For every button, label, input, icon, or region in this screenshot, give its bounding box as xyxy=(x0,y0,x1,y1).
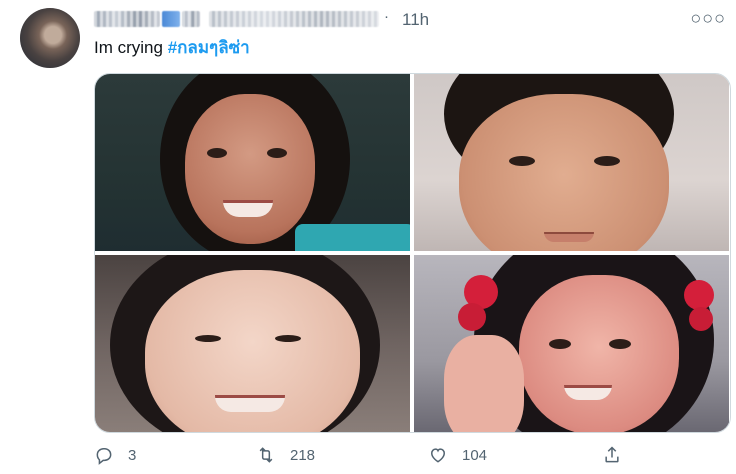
photo-4-smile xyxy=(564,385,612,400)
author-badge-redacted xyxy=(162,11,180,27)
retweet-count: 218 xyxy=(290,446,316,464)
tweet-timestamp[interactable]: 11h xyxy=(402,10,429,30)
tweet-text: Im crying #กลมๆลิซ่า xyxy=(94,37,250,59)
retweet-icon xyxy=(259,447,273,463)
tweet-text-body: Im crying xyxy=(94,38,168,57)
tweet-card[interactable]: · 11h ○○○ Im crying #กลมๆลิซ่า 3 218 104 xyxy=(0,0,736,474)
photo-1-smile xyxy=(223,200,273,217)
photo-1-left-eye xyxy=(207,148,227,158)
photo-1-right-eye xyxy=(267,148,287,158)
photo-2-smile xyxy=(544,232,594,242)
photo-3-smile xyxy=(215,395,285,412)
photo-4-hair-bow-right xyxy=(684,280,714,310)
avatar[interactable] xyxy=(20,8,80,68)
author-extra-redacted xyxy=(182,11,200,27)
photo-2-right-eye xyxy=(594,156,620,166)
photo-4-hand xyxy=(444,335,524,432)
like-button[interactable]: 104 xyxy=(428,441,487,469)
like-icon xyxy=(430,448,446,463)
photo-grid xyxy=(94,73,731,433)
author-name-redacted[interactable] xyxy=(94,11,160,27)
share-icon xyxy=(605,446,619,463)
photo-3-right-eye xyxy=(275,335,301,342)
photo-3[interactable] xyxy=(95,255,410,432)
photo-2[interactable] xyxy=(414,74,729,251)
reply-count: 3 xyxy=(128,446,137,464)
reply-icon xyxy=(96,448,112,465)
reply-button[interactable]: 3 xyxy=(94,441,136,469)
share-button[interactable] xyxy=(602,441,636,469)
retweet-button[interactable]: 218 xyxy=(256,441,315,469)
like-count: 104 xyxy=(462,446,488,464)
photo-1-collar xyxy=(295,224,410,251)
photo-4-hair-bow-left-2 xyxy=(458,303,486,331)
hashtag-link[interactable]: #กลมๆลิซ่า xyxy=(168,38,250,57)
photo-4-hair-bow-right-2 xyxy=(689,307,713,331)
photo-4-right-eye xyxy=(609,339,631,349)
tweet-actions: 3 218 104 xyxy=(94,441,694,469)
avatar-blur xyxy=(20,8,80,68)
author-handle-redacted[interactable] xyxy=(209,11,379,27)
tweet-header: · 11h xyxy=(94,8,654,30)
photo-3-left-eye xyxy=(195,335,221,342)
separator-dot: · xyxy=(384,8,389,25)
photo-4-left-eye xyxy=(549,339,571,349)
more-icon[interactable]: ○○○ xyxy=(690,8,726,29)
photo-2-face xyxy=(459,94,669,251)
photo-1-face xyxy=(185,94,315,244)
photo-4[interactable] xyxy=(414,255,729,432)
photo-2-left-eye xyxy=(509,156,535,166)
photo-4-face xyxy=(519,275,679,432)
photo-1[interactable] xyxy=(95,74,410,251)
